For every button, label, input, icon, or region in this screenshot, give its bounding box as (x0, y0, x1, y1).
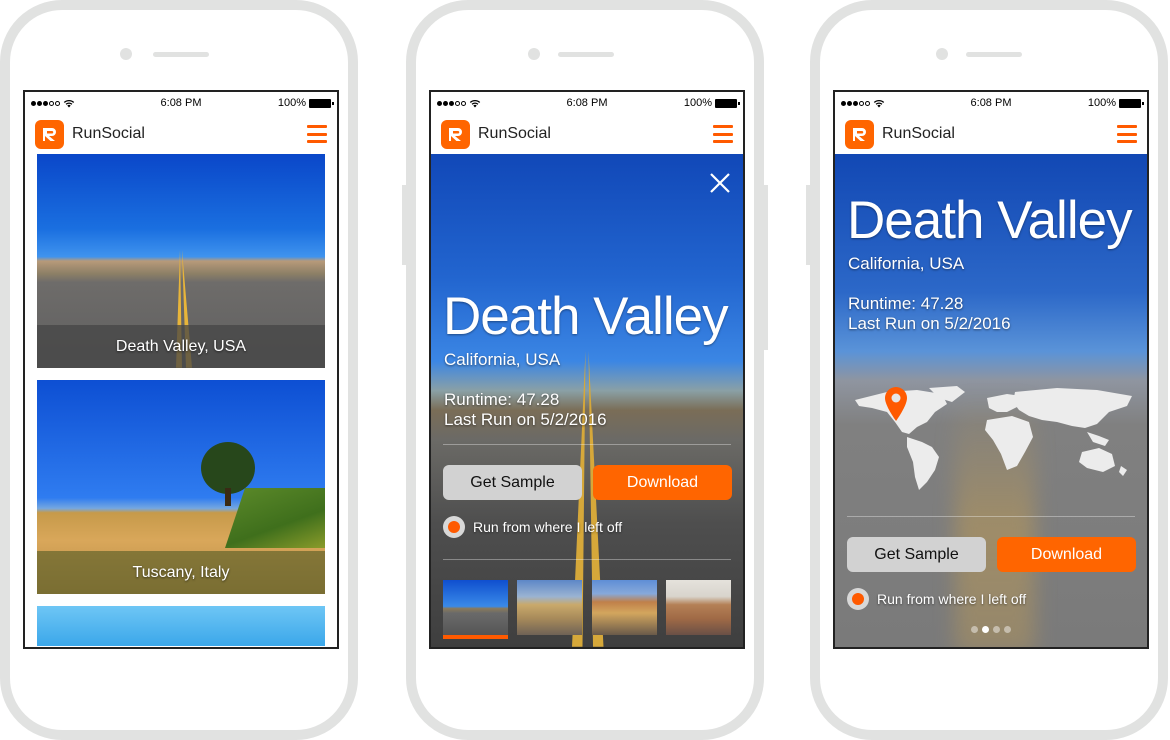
signal-strength-icon (841, 100, 870, 106)
earpiece-speaker (558, 52, 614, 57)
front-camera (936, 48, 948, 60)
destination-title: Death Valley (847, 191, 1133, 250)
hamburger-menu-icon[interactable] (307, 125, 327, 143)
status-bar: 6:08 PM 100% (431, 92, 743, 114)
route-thumbnail-4[interactable] (665, 580, 731, 635)
resume-run-label: Run from where I left off (877, 591, 1027, 607)
app-name: RunSocial (72, 125, 145, 142)
page-dot-4[interactable] (1004, 626, 1011, 633)
phone-frame-map: 6:08 PM 100% RunSocial Death Valley Cali… (806, 0, 1168, 740)
sunflower-field (225, 488, 325, 548)
destination-location: California, USA (848, 254, 965, 273)
tree-trunk (225, 488, 232, 506)
location-pin-icon[interactable] (883, 386, 909, 422)
runsocial-logo-icon (845, 119, 874, 149)
screen-destination-detail: 6:08 PM 100% RunSocial Death Valley Cali… (429, 90, 745, 649)
earpiece-speaker (966, 52, 1022, 57)
app-header: RunSocial (25, 114, 337, 154)
app-header: RunSocial (835, 114, 1147, 154)
earpiece-speaker (153, 52, 209, 57)
list-item-caption: Death Valley, USA (37, 325, 325, 368)
list-item-tuscany[interactable]: Tuscany, Italy (37, 380, 325, 594)
resume-run-label: Run from where I left off (473, 519, 623, 535)
download-button[interactable]: Download (593, 465, 732, 500)
close-icon[interactable] (709, 172, 731, 194)
signal-strength-icon (437, 100, 466, 106)
download-button[interactable]: Download (997, 537, 1136, 572)
page-dot-1[interactable] (971, 626, 978, 633)
tree-illustration (201, 442, 256, 494)
route-thumbnail-1[interactable] (443, 580, 508, 639)
radio-selected-icon[interactable] (847, 588, 869, 610)
brand[interactable]: RunSocial (35, 119, 145, 149)
battery-icon (715, 98, 740, 108)
runsocial-logo-icon (35, 119, 64, 149)
resume-run-option[interactable]: Run from where I left off (847, 588, 1026, 610)
divider (443, 444, 731, 445)
run-stats: Runtime: 47.28 Last Run on 5/2/2016 (848, 294, 1011, 334)
wifi-icon (873, 99, 885, 108)
map-hero: Death Valley California, USA Runtime: 47… (835, 154, 1147, 647)
status-time: 6:08 PM (566, 97, 608, 109)
status-time: 6:08 PM (970, 97, 1012, 109)
side-button (0, 185, 4, 265)
destination-title: Death Valley (443, 287, 729, 346)
hamburger-menu-icon[interactable] (713, 125, 733, 143)
phone-frame-detail: 6:08 PM 100% RunSocial Death Valley Cali… (402, 0, 768, 740)
list-item-winter[interactable] (37, 606, 325, 646)
page-dot-3[interactable] (993, 626, 1000, 633)
runtime-text: Runtime: 47.28 (848, 294, 964, 313)
runtime-text: Runtime: 47.28 (444, 390, 560, 409)
route-thumbnail-3[interactable] (591, 580, 657, 635)
phone-frame-list: 6:08 PM 100% RunSocial Death Valley, USA (0, 0, 358, 740)
side-button (402, 185, 410, 265)
list-item-caption: Tuscany, Italy (37, 551, 325, 594)
route-thumbnails (443, 580, 731, 639)
screen-destination-map: 6:08 PM 100% RunSocial Death Valley Cali… (833, 90, 1149, 649)
front-camera (528, 48, 540, 60)
destination-location: California, USA (444, 350, 561, 369)
status-bar: 6:08 PM 100% (25, 92, 337, 114)
battery-icon (1119, 98, 1144, 108)
get-sample-button[interactable]: Get Sample (847, 537, 986, 572)
detail-hero: Death Valley California, USA Runtime: 47… (431, 154, 743, 647)
wifi-icon (63, 99, 75, 108)
radio-selected-icon[interactable] (443, 516, 465, 538)
battery-percent: 100% (1087, 97, 1116, 109)
divider (443, 559, 731, 560)
brand[interactable]: RunSocial (845, 119, 955, 149)
side-button (760, 185, 768, 350)
page-dot-2[interactable] (982, 626, 989, 633)
last-run-text: Last Run on 5/2/2016 (444, 410, 607, 429)
last-run-text: Last Run on 5/2/2016 (848, 314, 1011, 333)
list-item-death-valley[interactable]: Death Valley, USA (37, 154, 325, 368)
runsocial-logo-icon (441, 119, 470, 149)
route-thumbnail-2[interactable] (517, 580, 583, 635)
signal-strength-icon (31, 100, 60, 106)
side-button (806, 185, 814, 265)
get-sample-button[interactable]: Get Sample (443, 465, 582, 500)
app-header: RunSocial (431, 114, 743, 154)
page-indicator (835, 626, 1147, 633)
screen-destination-list: 6:08 PM 100% RunSocial Death Valley, USA (23, 90, 339, 649)
hamburger-menu-icon[interactable] (1117, 125, 1137, 143)
app-name: RunSocial (882, 125, 955, 142)
battery-percent: 100% (683, 97, 712, 109)
front-camera (120, 48, 132, 60)
run-stats: Runtime: 47.28 Last Run on 5/2/2016 (444, 390, 607, 430)
wifi-icon (469, 99, 481, 108)
divider (847, 516, 1135, 517)
status-time: 6:08 PM (160, 97, 202, 109)
destination-list: Death Valley, USA Tuscany, Italy (25, 154, 337, 647)
status-bar: 6:08 PM 100% (835, 92, 1147, 114)
resume-run-option[interactable]: Run from where I left off (443, 516, 622, 538)
battery-percent: 100% (277, 97, 306, 109)
app-name: RunSocial (478, 125, 551, 142)
battery-icon (309, 98, 334, 108)
brand[interactable]: RunSocial (441, 119, 551, 149)
